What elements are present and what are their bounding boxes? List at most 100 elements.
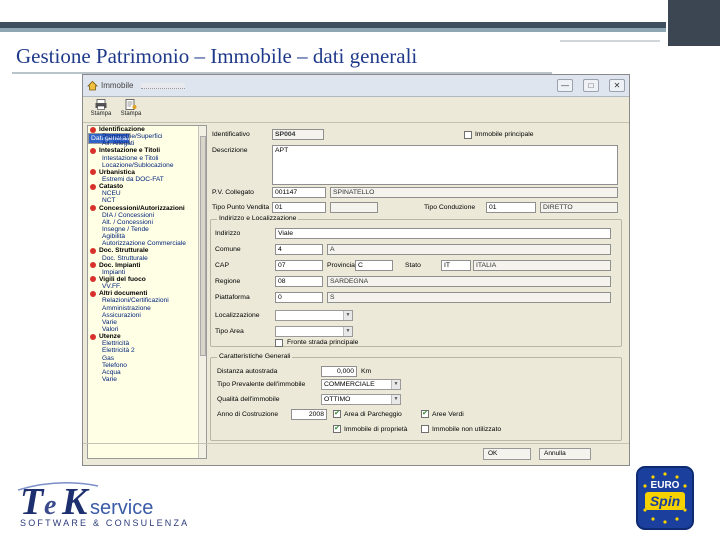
immobile-proprieta-label: Immobile di proprietà (344, 426, 408, 433)
error-bullet-icon (90, 262, 96, 269)
tree-child-item[interactable]: Relazioni/Certificazioni (88, 297, 206, 304)
ok-label: OK (488, 450, 498, 457)
tree-item-label: Doc. Strutturale (99, 247, 149, 255)
tree-child-item[interactable]: DIA / Concessioni (88, 212, 206, 219)
tipo-prevalente-label: Tipo Prevalente dell'immobile (217, 381, 306, 388)
aree-verdi-checkbox[interactable]: ✔ (421, 410, 429, 418)
tree-item-label: Locazione/Sublocazione (102, 161, 174, 169)
error-bullet-icon (90, 126, 96, 133)
comune-field[interactable]: 4 (275, 244, 323, 255)
tree-child-item[interactable]: Assicurazioni (88, 312, 206, 319)
anno-costruzione-field[interactable]: 2008 (291, 409, 327, 420)
tree-child-item[interactable]: Varie (88, 319, 206, 326)
tree-child-item[interactable]: Acqua (88, 369, 206, 376)
chevron-down-icon: ▼ (343, 327, 352, 336)
tree-child-item[interactable]: Valori (88, 326, 206, 333)
area-parcheggio-label: Area di Parcheggio (344, 411, 402, 418)
tree-child-item[interactable]: Amministrazione (88, 305, 206, 312)
tree-child-item[interactable]: Telefono (88, 362, 206, 369)
qualita-select[interactable]: OTTIMO ▼ (321, 394, 401, 405)
tree-group-item[interactable]: Altri documenti (88, 290, 206, 297)
piattaforma-field[interactable]: 0 (275, 292, 323, 303)
immobile-principale-checkbox[interactable] (464, 131, 472, 139)
tree-group-item[interactable]: Identificazione (88, 126, 206, 133)
tree-child-item[interactable]: Elettricità (88, 340, 206, 347)
print-list-button[interactable]: Stampa (119, 99, 143, 117)
tree-child-item[interactable]: Planimetrie/Superfici (88, 133, 206, 140)
tree-group-item[interactable]: Doc. Strutturale (88, 247, 206, 254)
tree-child-item[interactable]: All. Allegati (88, 140, 206, 147)
tek-brand-text: service (90, 497, 153, 519)
spin-text: Spin (650, 493, 680, 509)
tree-group-item[interactable]: Urbanistica (88, 169, 206, 176)
tree-child-item[interactable]: NCEU (88, 190, 206, 197)
distanza-unit: Km (361, 368, 372, 375)
localizzazione-select[interactable]: ▼ (275, 310, 353, 321)
tree-group-item[interactable]: Concessioni/Autorizzazioni (88, 205, 206, 212)
anno-costruzione-label: Anno di Costruzione (217, 411, 279, 418)
tree-item-label: NCT (102, 197, 116, 205)
tree-child-item[interactable]: Intestazione e Titoli (88, 155, 206, 162)
tree-child-item[interactable]: Autorizzazione Commerciale (88, 240, 206, 247)
pv-collegato-field[interactable]: 001147 (272, 187, 326, 198)
tree-item-label: Altri documenti (99, 290, 148, 298)
tree-child-item[interactable]: Agibilità (88, 233, 206, 240)
close-button[interactable]: ✕ (609, 79, 625, 92)
tree-group-item[interactable]: Doc. Impianti (88, 262, 206, 269)
error-bullet-icon (90, 276, 96, 283)
tree-child-item[interactable]: Estremi da DOC-FAT (88, 176, 206, 183)
tipo-area-select[interactable]: ▼ (275, 326, 353, 337)
tree-child-item[interactable]: Locazione/Sublocazione (88, 162, 206, 169)
error-bullet-icon (90, 290, 96, 297)
tree-child-item[interactable]: NCT (88, 197, 206, 204)
tree-child-item[interactable]: Doc. Strutturale (88, 255, 206, 262)
tree-child-item[interactable]: Insegne / Tende (88, 226, 206, 233)
tree-child-item[interactable]: Alt. / Concessioni (88, 219, 206, 226)
tree-group-item[interactable]: Catasto (88, 183, 206, 190)
tree-scrollbar[interactable] (198, 126, 206, 458)
provincia-field[interactable]: C (355, 260, 393, 271)
immobile-proprieta-checkbox[interactable]: ✔ (333, 425, 341, 433)
tree-child-item[interactable]: VV.FF. (88, 283, 206, 290)
tree-child-item[interactable]: Varie (88, 376, 206, 383)
chevron-down-icon: ▼ (391, 380, 400, 389)
minimize-button[interactable]: — (557, 79, 573, 92)
tree-item-label: Estremi da DOC-FAT (102, 175, 164, 183)
fronte-strada-checkbox[interactable] (275, 339, 283, 347)
piattaforma-label: Piattaforma (215, 294, 250, 301)
tree-child-item[interactable]: Elettricità 2 (88, 347, 206, 354)
stato-field[interactable]: IT (441, 260, 471, 271)
regione-label: Regione (215, 278, 241, 285)
window-titlebar: Immobile — □ ✕ (83, 75, 629, 97)
tipo-prevalente-select[interactable]: COMMERCIALE ▼ (321, 379, 401, 390)
tree-group-item[interactable]: Intestazione e Titoli (88, 147, 206, 154)
maximize-button[interactable]: □ (583, 79, 599, 92)
regione-field[interactable]: 08 (275, 276, 323, 287)
distanza-autostrada-field[interactable]: 0,000 (321, 366, 357, 377)
tree-group-item[interactable]: Vigili del fuoco (88, 276, 206, 283)
tree-group-item[interactable]: Utenze (88, 333, 206, 340)
cap-field[interactable]: 07 (275, 260, 323, 271)
identificativo-field[interactable]: SP004 (272, 129, 324, 140)
tree-child-item[interactable]: Gas (88, 355, 206, 362)
comune-label: Comune (215, 246, 241, 253)
indirizzo-field[interactable]: Viale (275, 228, 611, 239)
descrizione-field[interactable]: APT (272, 145, 618, 185)
ok-button[interactable]: OK (483, 448, 531, 460)
tree-item-label: Impianti (102, 268, 126, 276)
tree-child-item[interactable]: Impianti (88, 269, 206, 276)
cancel-button[interactable]: Annulla (539, 448, 591, 460)
tipo-conduzione-field[interactable]: 01 (486, 202, 536, 213)
distanza-autostrada-label: Distanza autostrada (217, 368, 278, 375)
immobile-non-utilizzato-checkbox[interactable] (421, 425, 429, 433)
tree-scroll-thumb[interactable] (200, 136, 206, 356)
tree-item-label: VV.FF. (102, 283, 122, 291)
svg-text:T: T (20, 481, 45, 523)
error-bullet-icon (90, 169, 96, 176)
print-button[interactable]: Stampa (89, 99, 113, 117)
top-decor-gap (666, 0, 668, 46)
tipo-punto-vendita-field[interactable]: 01 (272, 202, 326, 213)
area-parcheggio-checkbox[interactable]: ✔ (333, 410, 341, 418)
tipo-conduzione-desc: DIRETTO (540, 202, 618, 213)
fronte-strada-label: Fronte strada principale (287, 339, 359, 346)
